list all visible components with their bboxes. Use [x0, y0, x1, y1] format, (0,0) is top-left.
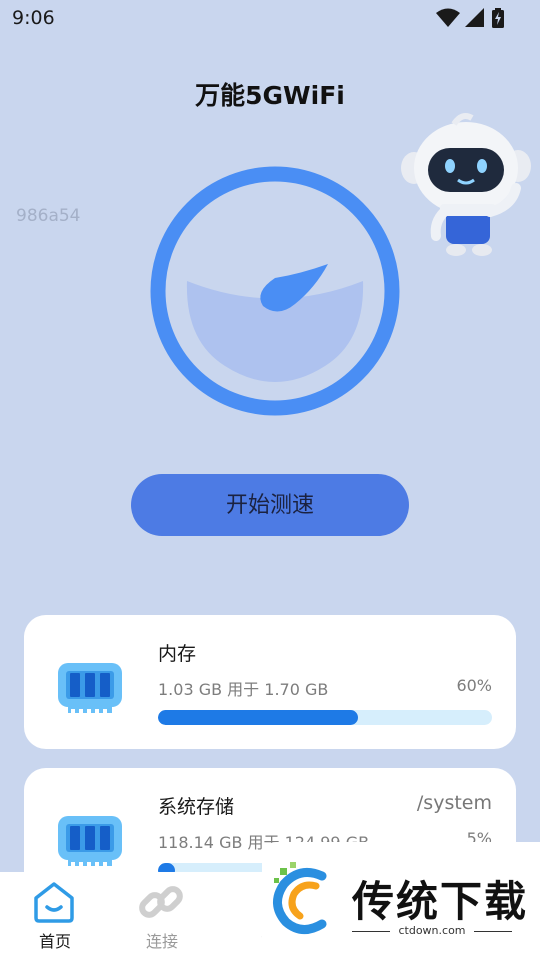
app-title: 万能5GWiFi — [195, 81, 345, 110]
watermark-overlay: 传统下载 ctdown.com — [262, 842, 540, 960]
memory-title: 内存 — [158, 643, 197, 665]
speedometer-icon — [150, 166, 400, 416]
start-speed-test-button[interactable]: 开始测速 — [131, 474, 409, 536]
storage-path: /system — [416, 792, 492, 814]
watermark-divider-right — [474, 931, 512, 932]
status-time: 9:06 — [12, 7, 55, 29]
memory-progress-fill — [158, 710, 359, 725]
home-icon — [34, 882, 74, 923]
memory-card[interactable]: 内存 1.03 GB 用于 1.70 GB 60% — [24, 615, 516, 749]
wifi-icon — [436, 8, 460, 27]
battery-charging-icon — [492, 8, 504, 28]
memory-percent: 60% — [456, 676, 492, 695]
nav-label-home: 首页 — [38, 932, 71, 951]
ctdown-logo-icon — [273, 862, 327, 934]
watermark-text: 传统下载 — [352, 877, 529, 926]
signal-icon — [465, 8, 484, 27]
memory-usage: 1.03 GB 用于 1.70 GB — [158, 680, 329, 699]
nav-label-connect: 连接 — [145, 932, 178, 951]
link-icon — [139, 886, 183, 918]
status-bar: 9:06 — [0, 0, 540, 36]
device-id: 986a54 — [16, 206, 81, 226]
memory-chip-icon — [58, 816, 122, 867]
nav-item-connect[interactable]: 连接 — [107, 872, 217, 960]
memory-progress-bar — [158, 710, 492, 725]
robot-mascot-image — [401, 113, 531, 256]
nav-item-home[interactable]: 首页 — [0, 872, 110, 960]
storage-title: 系统存储 — [158, 796, 235, 818]
memory-chip-icon — [58, 663, 122, 714]
